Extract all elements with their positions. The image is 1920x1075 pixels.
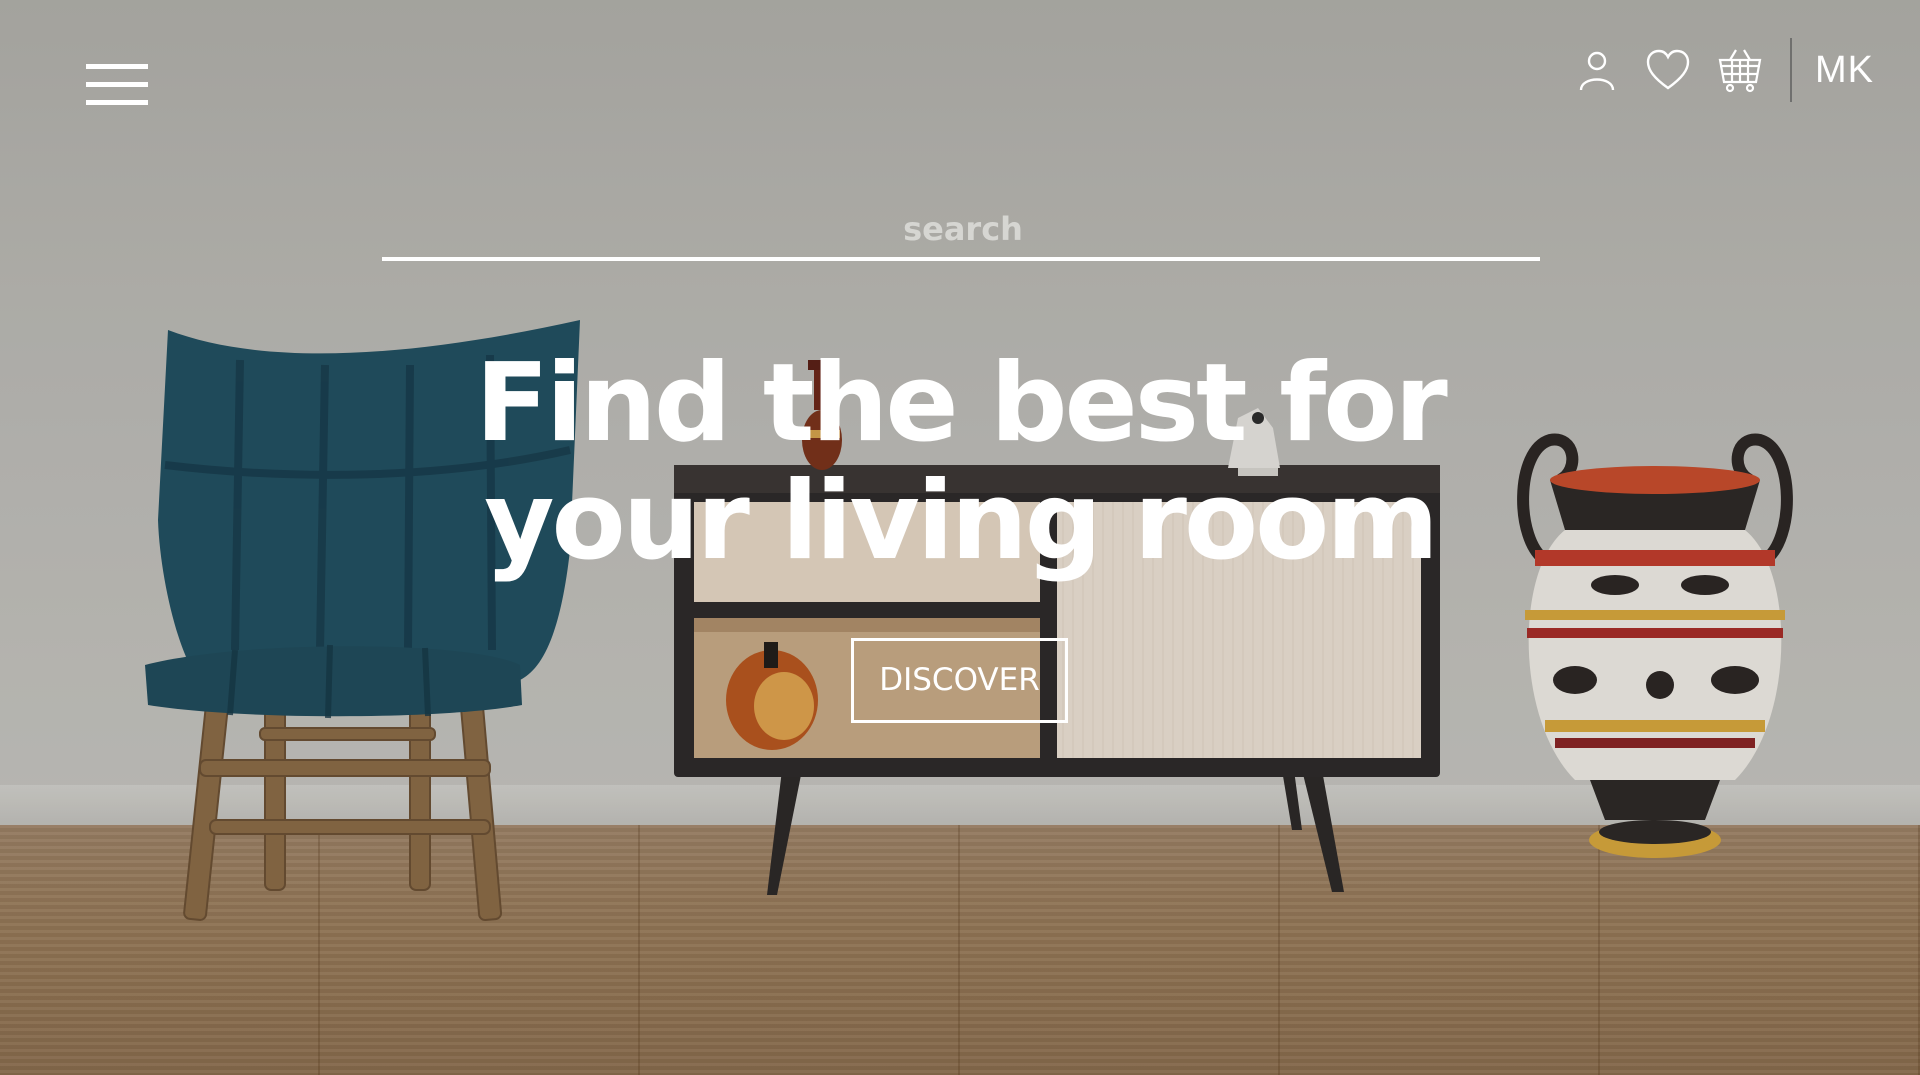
hero-title-line-2: your living room bbox=[484, 459, 1439, 584]
discover-button[interactable]: DISCOVER bbox=[851, 638, 1068, 723]
menu-bar bbox=[86, 82, 148, 87]
shopping-basket-icon[interactable] bbox=[1716, 46, 1764, 94]
nav-divider bbox=[1790, 38, 1792, 102]
user-icon[interactable] bbox=[1573, 46, 1621, 94]
menu-bar bbox=[86, 100, 148, 105]
search-input[interactable] bbox=[382, 200, 1544, 258]
heart-icon[interactable] bbox=[1644, 46, 1692, 94]
search-underline bbox=[382, 257, 1540, 261]
hero-title-line-1: Find the best for bbox=[475, 341, 1447, 466]
hero-title: Find the best for your living room bbox=[360, 345, 1560, 581]
search-bar bbox=[382, 200, 1544, 262]
menu-bar bbox=[86, 64, 148, 69]
hamburger-menu-icon[interactable] bbox=[86, 64, 148, 106]
user-initials-avatar[interactable]: MK bbox=[1815, 48, 1885, 92]
